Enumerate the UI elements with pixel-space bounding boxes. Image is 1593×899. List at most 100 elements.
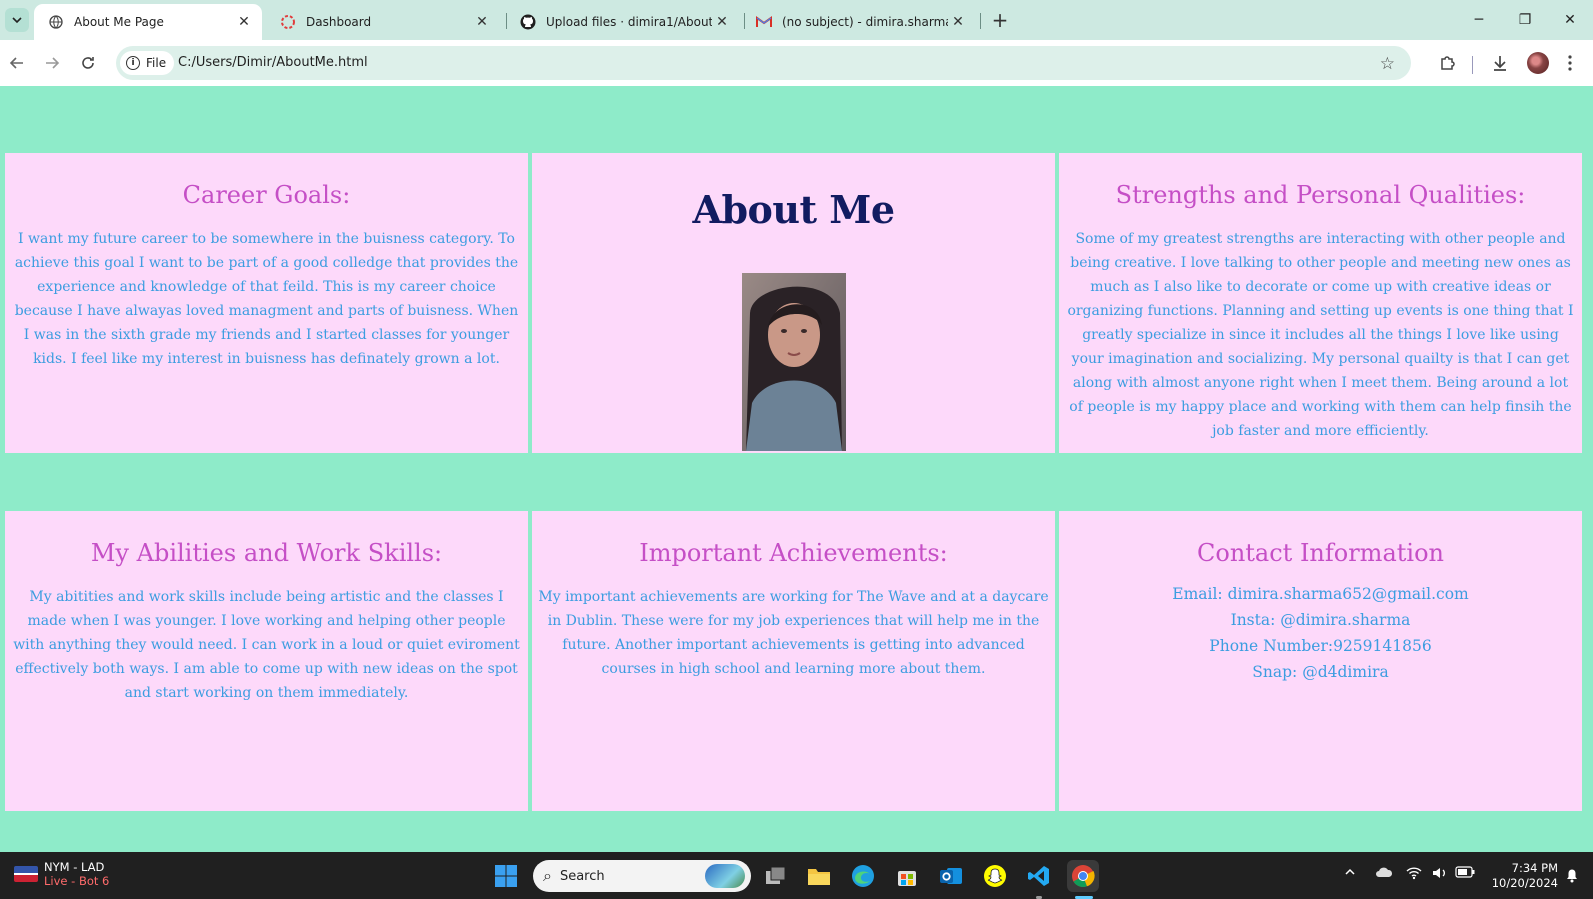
achievements-text: My important achievements are working fo…: [538, 589, 1049, 677]
profile-photo: [742, 273, 846, 451]
outlook-icon: [940, 868, 962, 884]
tab-about-me[interactable]: About Me Page ✕: [34, 4, 262, 40]
forward-button[interactable]: [40, 51, 64, 75]
strengths-text: Some of my greatest strengths are intera…: [1067, 231, 1574, 439]
search-icon: ⌕: [543, 866, 552, 885]
tab-title: (no subject) - dimira.sharma652: [782, 15, 948, 29]
contact-card: Contact Information Email: dimira.sharma…: [1059, 511, 1582, 811]
tab-dashboard[interactable]: Dashboard ✕: [266, 4, 500, 40]
browser-menu-button[interactable]: [1558, 51, 1582, 75]
system-clock[interactable]: 7:34 PM 10/20/2024: [1490, 861, 1558, 891]
search-label: Search: [559, 868, 605, 884]
site-info-chip[interactable]: i File: [120, 51, 175, 75]
vscode-icon: [1028, 866, 1049, 886]
news-status: Live - Bot 6: [44, 874, 110, 888]
tab-divider: [980, 13, 981, 29]
page-title: About Me: [692, 187, 895, 232]
abilities-heading: My Abilities and Work Skills:: [90, 539, 443, 567]
volume-icon[interactable]: [1432, 866, 1448, 884]
browser-toolbar: i File C:/Users/Dimir/AboutMe.html ☆: [0, 40, 1593, 86]
reload-button[interactable]: [76, 51, 100, 75]
vscode-button[interactable]: [1023, 860, 1055, 892]
extensions-button[interactable]: [1436, 51, 1460, 75]
site-chip-label: File: [146, 56, 167, 70]
abilities-card: My Abilities and Work Skills: My abititi…: [5, 511, 528, 811]
download-icon: [1494, 56, 1506, 71]
notification-bell-icon[interactable]: [1565, 867, 1579, 887]
search-highlight-image: [705, 864, 745, 888]
strengths-heading: Strengths and Personal Qualities:: [1115, 181, 1526, 209]
downloads-button[interactable]: [1488, 51, 1512, 75]
tab-search-button[interactable]: [5, 8, 29, 32]
close-tab-icon[interactable]: ✕: [234, 12, 254, 32]
contact-list: Email: dimira.sharma652@gmail.com Insta:…: [1059, 581, 1582, 685]
snapchat-icon: [984, 865, 1006, 887]
store-button[interactable]: [891, 860, 923, 892]
battery-icon[interactable]: [1455, 866, 1475, 882]
show-hidden-icons-button[interactable]: [1344, 866, 1356, 882]
snapchat-button[interactable]: [979, 860, 1011, 892]
chrome-icon: [1072, 865, 1095, 888]
abilities-text: My abitities and work skills include bei…: [13, 589, 520, 701]
store-icon: [898, 871, 916, 886]
contact-heading: Contact Information: [1197, 539, 1444, 567]
achievements-card: Important Achievements: My important ach…: [532, 511, 1055, 811]
task-view-button[interactable]: [760, 860, 792, 892]
contact-email: Email: dimira.sharma652@gmail.com: [1172, 585, 1469, 603]
career-goals-text: I want my future career to be somewhere …: [14, 231, 519, 367]
puzzle-icon: [1441, 56, 1455, 70]
taskbar-search[interactable]: ⌕ Search: [533, 860, 751, 892]
windows-logo-icon: [495, 865, 517, 887]
kebab-menu-icon: [1568, 55, 1572, 71]
info-icon: i: [126, 56, 140, 70]
tab-title: About Me Page: [74, 15, 164, 29]
onedrive-icon[interactable]: [1375, 866, 1393, 882]
close-tab-icon[interactable]: ✕: [472, 12, 492, 32]
outlook-button[interactable]: [935, 860, 967, 892]
dashboard-favicon-icon: [280, 14, 296, 30]
address-bar[interactable]: i File C:/Users/Dimir/AboutMe.html ☆: [116, 46, 1411, 80]
close-window-button[interactable]: ✕: [1547, 0, 1593, 40]
reload-icon: [82, 57, 94, 69]
chrome-button[interactable]: [1067, 860, 1099, 892]
edge-icon: [852, 865, 874, 887]
profile-avatar[interactable]: [1527, 52, 1549, 74]
career-goals-card: Career Goals: I want my future career to…: [5, 153, 528, 453]
wifi-icon[interactable]: [1406, 866, 1422, 884]
task-view-icon: [766, 866, 786, 884]
about-me-card: About Me: [532, 153, 1055, 453]
bookmark-star-icon[interactable]: ☆: [1380, 54, 1395, 74]
chevron-up-icon: [1345, 868, 1355, 875]
url-text[interactable]: C:/Users/Dimir/AboutMe.html: [178, 55, 368, 70]
tab-gmail[interactable]: (no subject) - dimira.sharma652 ✕: [742, 4, 976, 40]
close-tab-icon[interactable]: ✕: [948, 12, 968, 32]
back-button[interactable]: [5, 51, 29, 75]
edge-button[interactable]: [847, 860, 879, 892]
restore-button[interactable]: ❐: [1502, 0, 1548, 40]
folder-icon: [808, 869, 830, 885]
news-score: NYM - LAD: [44, 860, 105, 874]
github-icon: [520, 14, 536, 30]
new-tab-button[interactable]: +: [990, 8, 1010, 32]
achievements-heading: Important Achievements:: [639, 539, 948, 567]
chevron-down-icon: [12, 17, 22, 24]
tab-strip: About Me Page ✕ Dashboard ✕ Upload files…: [0, 0, 1593, 40]
contact-phone: Phone Number:9259141856: [1209, 637, 1432, 655]
contact-insta: Insta: @dimira.sharma: [1230, 611, 1411, 629]
strengths-card: Strengths and Personal Qualities: Some o…: [1059, 153, 1582, 453]
minimize-button[interactable]: ─: [1456, 0, 1502, 40]
clock-time: 7:34 PM: [1511, 861, 1558, 875]
page-viewport: Career Goals: I want my future career to…: [0, 86, 1593, 852]
close-tab-icon[interactable]: ✕: [712, 12, 732, 32]
mlb-logo-icon: [14, 866, 38, 882]
file-explorer-button[interactable]: [803, 860, 835, 892]
toolbar-divider: [1472, 56, 1473, 74]
gmail-icon: [756, 14, 772, 30]
tab-title: Upload files · dimira1/About-M: [546, 15, 712, 29]
globe-icon: [48, 14, 64, 30]
tab-github-upload[interactable]: Upload files · dimira1/About-M ✕: [506, 4, 740, 40]
arrow-right-icon: [46, 57, 60, 69]
windows-taskbar: NYM - LAD Live - Bot 6 ⌕ Search 7:34 PM …: [0, 852, 1593, 899]
news-widget[interactable]: NYM - LAD Live - Bot 6: [14, 860, 109, 888]
start-button[interactable]: [490, 860, 522, 892]
